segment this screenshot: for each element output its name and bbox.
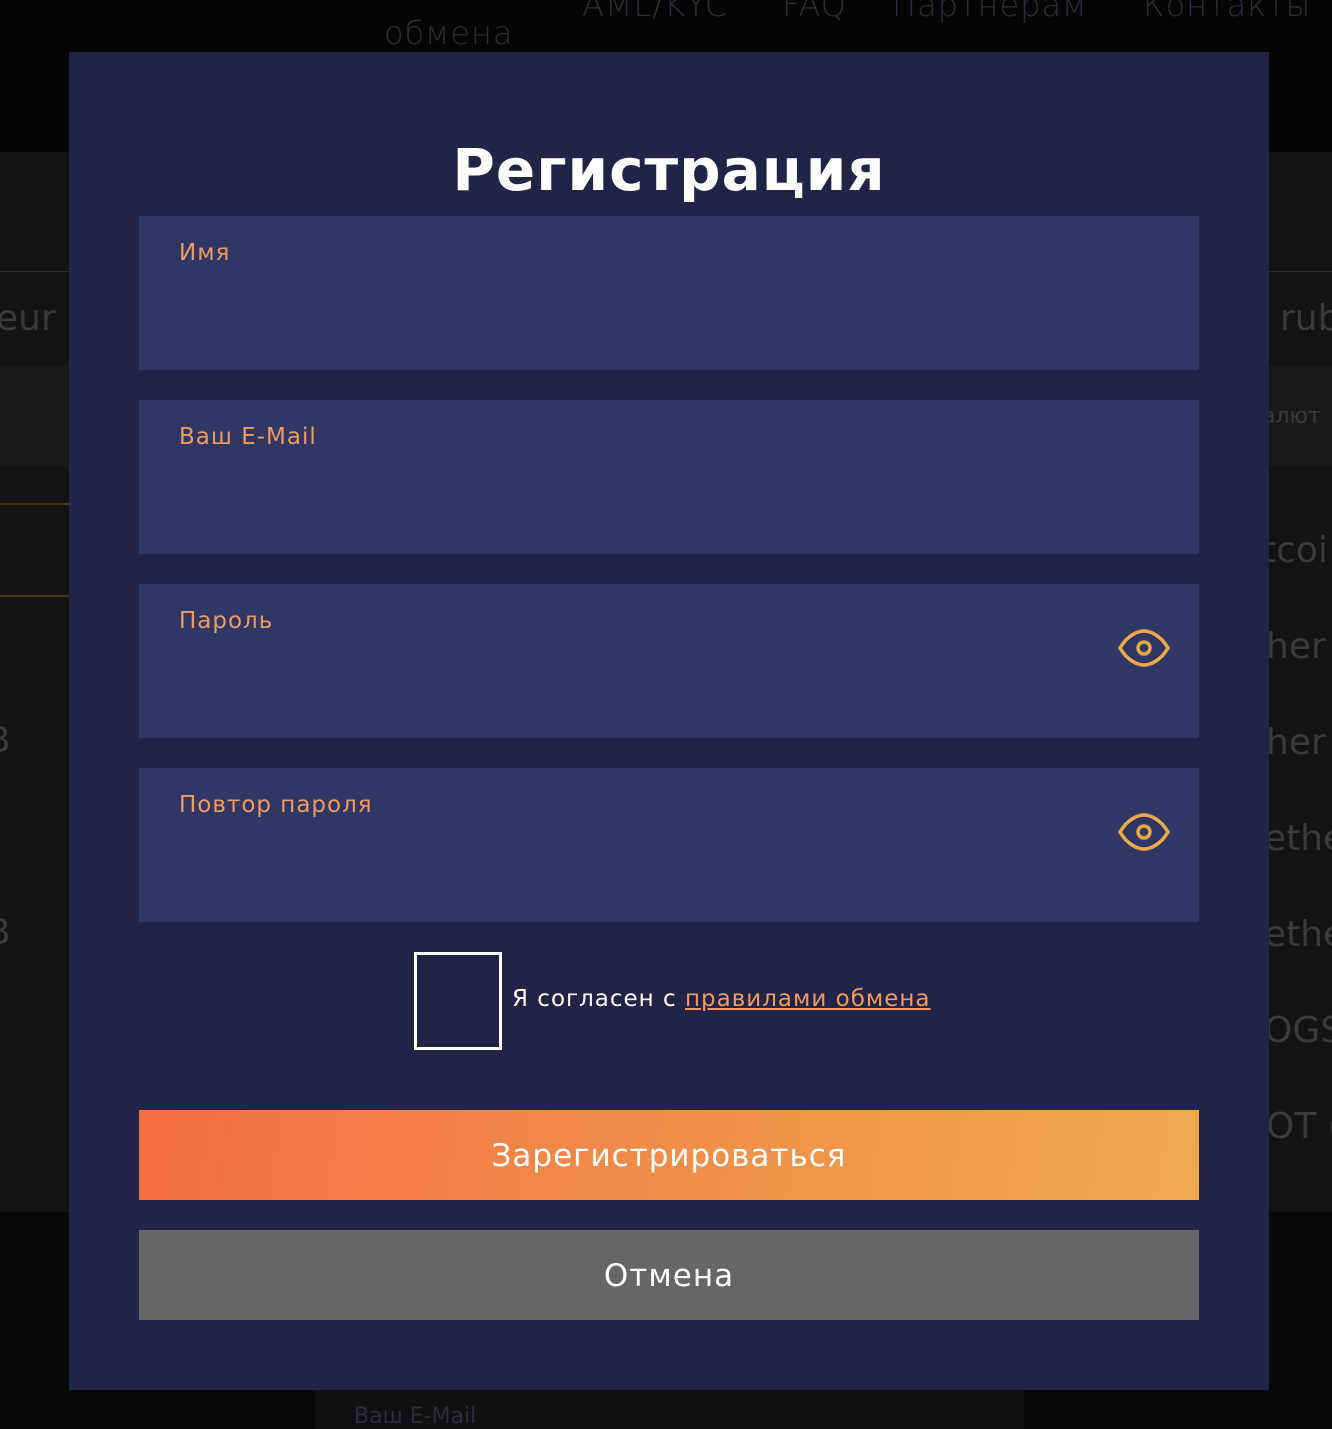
background-right-text: алют — [1262, 404, 1321, 429]
password-repeat-label: Повтор пароля — [179, 792, 373, 818]
nav-item-contacts: Контакты — [1143, 0, 1312, 24]
background-selected-item — [0, 503, 70, 597]
background-email-label: Ваш E-Mail — [354, 1404, 477, 1429]
nav-item-faq: FAQ — [782, 0, 847, 24]
email-field[interactable]: Ваш E-Mail — [139, 400, 1199, 554]
name-label: Имя — [179, 240, 231, 266]
register-button[interactable]: Зарегистрироваться — [139, 1110, 1199, 1200]
background-right-text: rub — [1280, 298, 1332, 339]
name-field[interactable]: Имя — [139, 216, 1199, 370]
password-field[interactable]: Пароль — [139, 584, 1199, 738]
nav-item-partners: Партнерам — [892, 0, 1088, 24]
email-input[interactable] — [179, 470, 1079, 520]
registration-modal: Регистрация Имя Ваш E-Mail Пароль Повтор… — [69, 52, 1269, 1390]
name-input[interactable] — [179, 286, 1079, 336]
background-right-text: her — [1266, 722, 1326, 763]
background-right-text: ethe — [1264, 818, 1332, 859]
nav-item-aml: AML/KYC — [582, 0, 729, 24]
password-label: Пароль — [179, 608, 274, 634]
eye-icon[interactable] — [1117, 812, 1171, 852]
agree-text-prefix: Я согласен с — [512, 986, 685, 1012]
cancel-button[interactable]: Отмена — [139, 1230, 1199, 1320]
password-repeat-input[interactable] — [179, 838, 1079, 888]
background-right-text: OGS — [1264, 1010, 1332, 1051]
background-right-text: her — [1266, 626, 1326, 667]
eye-icon[interactable] — [1117, 628, 1171, 668]
background-right-text: ethe — [1264, 914, 1332, 955]
agree-text: Я согласен с правилами обмена — [512, 986, 931, 1012]
email-label: Ваш E-Mail — [179, 424, 317, 450]
background-left-text: В — [0, 912, 11, 953]
background-right-text: OT ( — [1266, 1106, 1332, 1147]
agree-checkbox[interactable] — [414, 952, 502, 1050]
rules-link[interactable]: правилами обмена — [685, 986, 931, 1012]
password-repeat-field[interactable]: Повтор пароля — [139, 768, 1199, 922]
background-left-text: В — [0, 720, 11, 761]
nav-item-obmena: обмена — [384, 14, 514, 52]
password-input[interactable] — [179, 654, 1079, 704]
modal-title: Регистрация — [452, 136, 886, 204]
background-left-text: eur — [0, 298, 56, 339]
background-right-text: tcoi — [1262, 530, 1328, 571]
